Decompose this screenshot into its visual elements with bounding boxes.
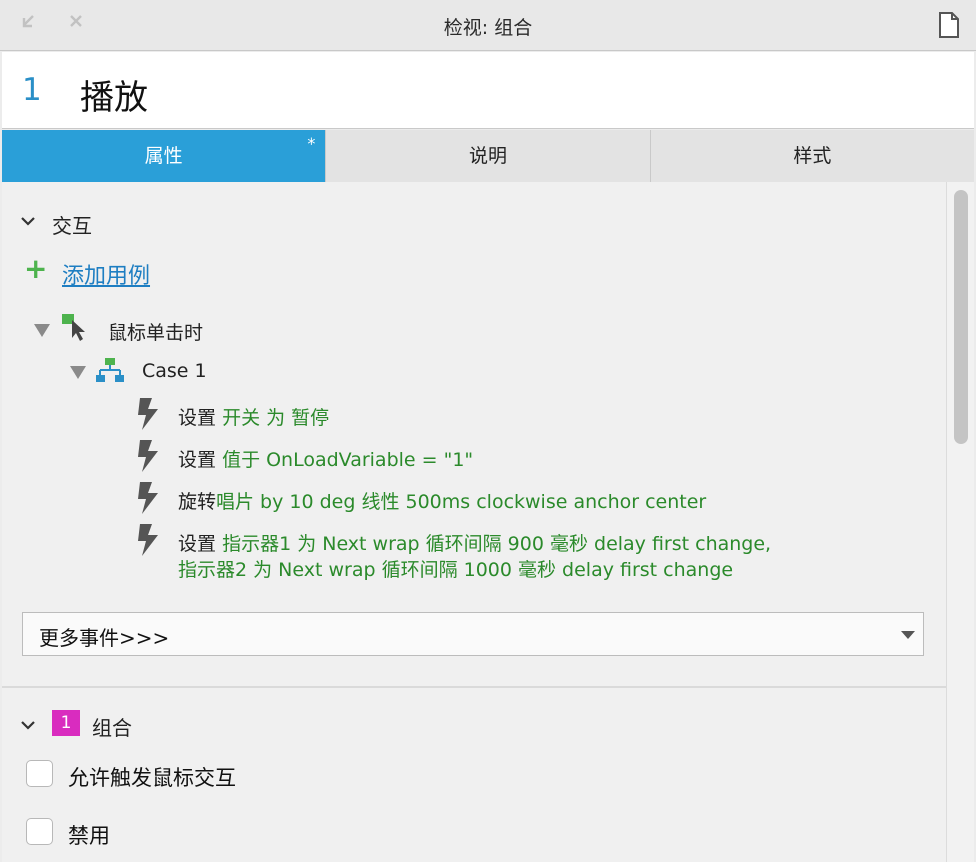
action-verb: 设置 [178,407,217,429]
lightning-icon [138,398,158,430]
event-label: 鼠标单击时 [108,322,204,344]
lightning-icon [138,482,158,514]
disabled-checkbox[interactable] [26,818,53,845]
window-title: 检视: 组合 [443,17,533,39]
action-detail: 指示器1 为 Next wrap 循环间隔 900 毫秒 delay first… [222,533,772,555]
dropdown-arrow-icon [901,631,915,639]
action-text: 设置 开关 为 暂停 [178,403,329,430]
add-case-label: 添加用例 [62,264,151,289]
plus-icon: + [24,252,48,285]
event-onclick[interactable]: 鼠标单击时 [34,314,334,348]
modified-marker: * [307,134,316,153]
more-events-dropdown[interactable]: 更多事件>>> [22,612,924,656]
allow-mouse-interaction-checkbox[interactable] [26,760,53,787]
tab-style-label: 样式 [793,145,832,167]
action-text: 旋转唱片 by 10 deg 线性 500ms clockwise anchor… [178,487,706,514]
lightning-icon [138,440,158,472]
action-detail: 值于 OnLoadVariable = "1" [222,449,474,471]
case-row[interactable]: Case 1 [70,358,270,390]
expand-triangle-icon[interactable] [70,366,86,379]
mouse-click-icon [62,314,85,341]
vertical-scrollbar[interactable] [946,182,974,862]
properties-panel: 交互 + 添加用例 鼠标单击时 Case 1 设置 开关 为 暂停 设置 值于 … [2,182,946,862]
tab-style[interactable]: 样式 [651,130,974,182]
action-verb: 设置 [178,449,217,471]
tab-notes[interactable]: 说明 [326,130,651,182]
case-tree-icon [96,358,124,382]
action-item[interactable]: 设置 指示器1 为 Next wrap 循环间隔 900 毫秒 delay fi… [136,524,916,586]
action-item[interactable]: 设置 开关 为 暂停 [136,398,896,434]
tab-bar: 属性 * 说明 样式 [2,130,974,182]
section-divider [2,686,946,688]
group-badge: 1 [52,710,80,736]
tab-properties[interactable]: 属性 * [2,130,327,182]
action-item[interactable]: 设置 值于 OnLoadVariable = "1" [136,440,896,476]
action-detail: 唱片 by 10 deg 线性 500ms clockwise anchor c… [216,491,707,513]
group-section-title: 组合 [92,716,132,740]
action-detail: 开关 为 暂停 [222,407,330,429]
more-events-value: 更多事件>>> [39,626,170,650]
action-verb: 旋转 [178,491,217,513]
title-bar: 检视: 组合 [0,0,976,51]
action-detail-continued: 指示器2 为 Next wrap 循环间隔 1000 毫秒 delay firs… [178,559,734,581]
action-text: 设置 值于 OnLoadVariable = "1" [178,445,473,472]
scrollbar-thumb[interactable] [954,190,968,444]
chevron-down-icon [21,217,35,226]
lightning-icon [138,524,158,556]
expand-triangle-icon[interactable] [34,324,50,337]
chevron-down-icon [21,721,35,730]
tab-properties-label: 属性 [144,145,183,167]
widget-header: 1 播放 [2,52,974,129]
allow-mouse-interaction-label: 允许触发鼠标交互 [68,766,236,790]
widget-number: 1 [22,72,42,108]
tab-notes-label: 说明 [468,145,507,167]
widget-name[interactable]: 播放 [80,70,148,119]
page-icon[interactable] [938,12,960,38]
action-verb: 设置 [178,533,217,555]
case-label: Case 1 [142,360,207,382]
disabled-label: 禁用 [68,824,110,848]
interaction-section-title: 交互 [52,214,92,238]
action-item[interactable]: 旋转唱片 by 10 deg 线性 500ms clockwise anchor… [136,482,896,518]
action-text: 设置 指示器1 为 Next wrap 循环间隔 900 毫秒 delay fi… [178,529,771,556]
